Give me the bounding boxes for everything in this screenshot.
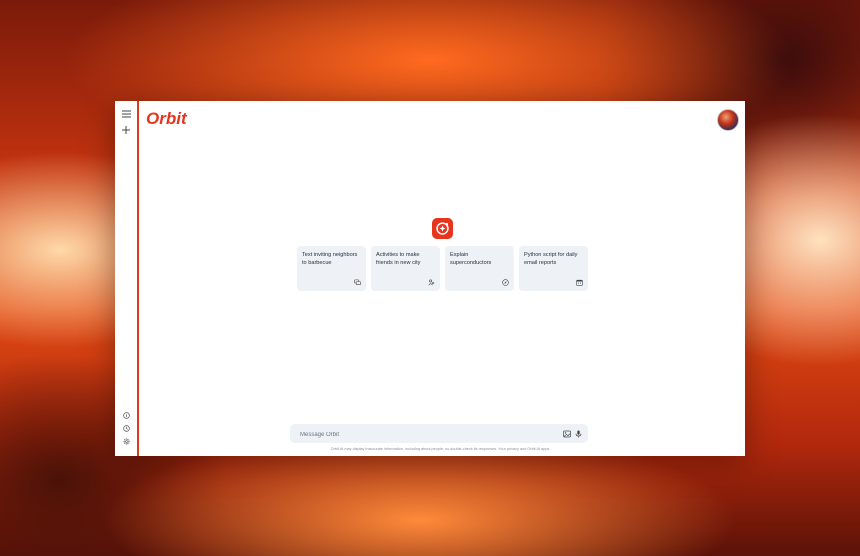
orbit-logo[interactable]: Orbit	[145, 107, 205, 129]
menu-icon[interactable]	[119, 107, 133, 121]
footer-disclaimer: Orbit AI may display inaccurate informat…	[330, 447, 550, 451]
calendar-icon	[576, 279, 583, 286]
mic-icon[interactable]	[574, 429, 583, 438]
suggestion-text: Text inviting neighbors to barbecue	[302, 252, 358, 266]
suggestion-text: Explain superconductors	[450, 252, 492, 266]
suggestion-card-python[interactable]: Python script for daily email reports	[519, 246, 588, 291]
message-composer	[290, 424, 588, 443]
avatar[interactable]	[717, 109, 739, 131]
suggestion-text: Python script for daily email reports	[524, 252, 578, 266]
suggestion-cards: Text inviting neighbors to barbecue Acti…	[297, 246, 588, 291]
suggestion-card-superconductors[interactable]: Explain superconductors	[445, 246, 514, 291]
activity-icon[interactable]	[119, 421, 133, 435]
settings-icon[interactable]	[119, 434, 133, 448]
suggestion-text: Activities to make friends in new city	[376, 252, 421, 266]
sidebar-rail	[115, 101, 139, 456]
logo-text: Orbit	[146, 109, 188, 128]
help-icon[interactable]	[119, 408, 133, 422]
image-icon[interactable]	[562, 429, 571, 438]
plus-icon[interactable]	[119, 123, 133, 137]
suggestion-card-barbecue[interactable]: Text inviting neighbors to barbecue	[297, 246, 366, 291]
message-input[interactable]	[298, 427, 552, 442]
compass-icon	[502, 279, 509, 286]
orbit-badge-icon	[432, 218, 453, 239]
suggestion-card-friends[interactable]: Activities to make friends in new city	[371, 246, 440, 291]
chat-icon	[354, 279, 361, 286]
app-window: Orbit Text inviting neighbors to barbecu…	[115, 101, 745, 456]
people-icon	[428, 279, 435, 286]
